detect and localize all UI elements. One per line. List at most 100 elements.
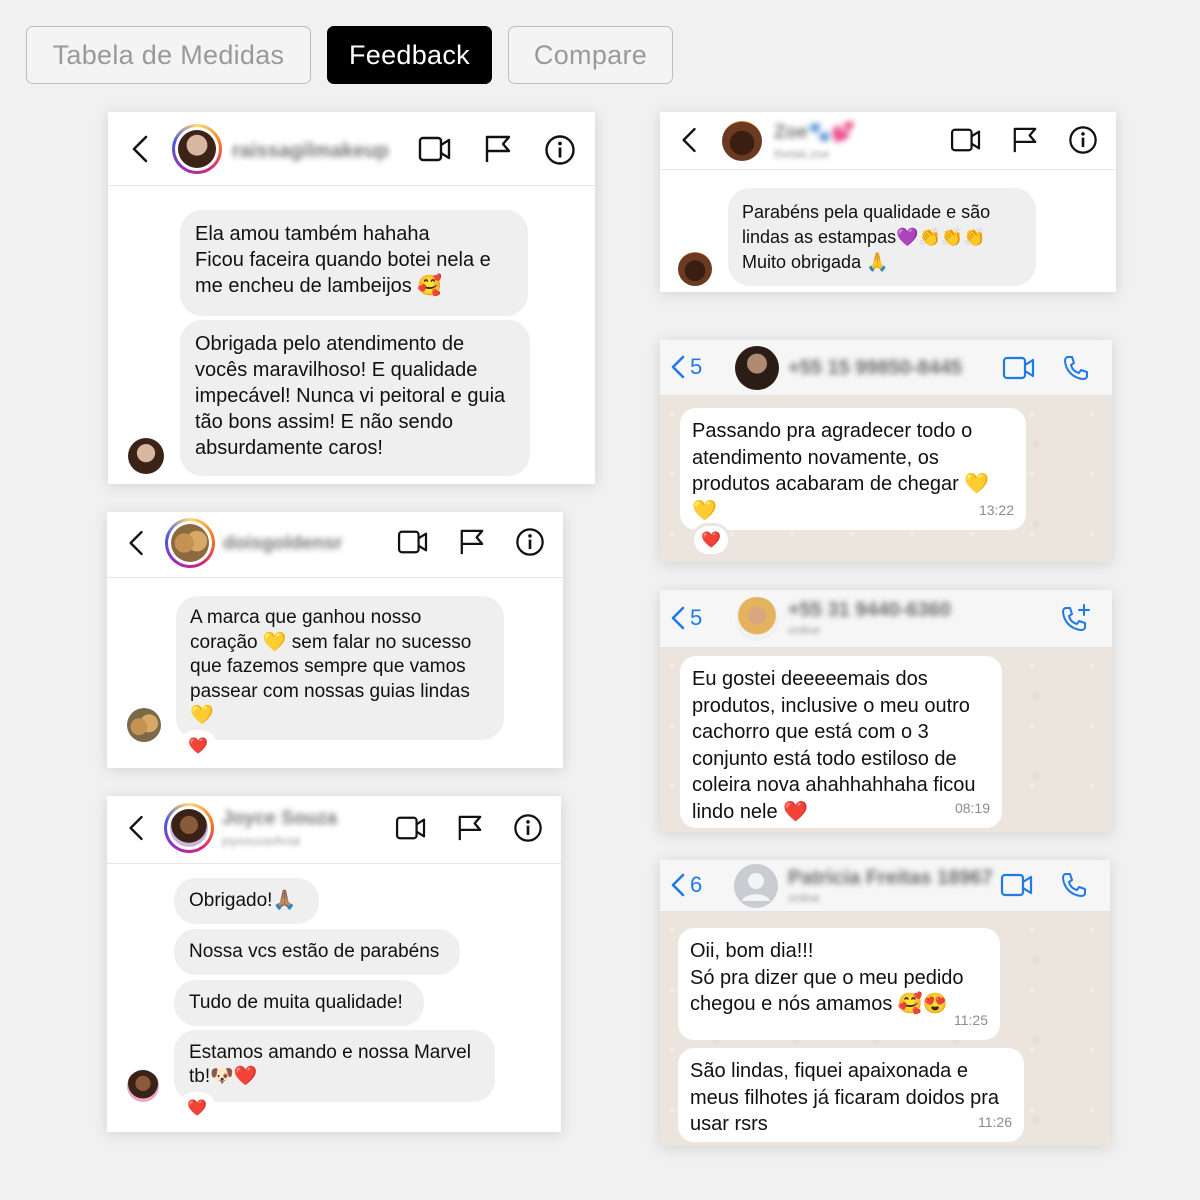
message-bubble: Obrigada pelo atendimento de vocês marav…	[180, 320, 530, 476]
message-bubble: Nossa vcs estão de parabéns	[174, 929, 460, 975]
chevron-left-icon[interactable]	[680, 127, 700, 153]
avatar[interactable]	[172, 124, 222, 174]
instagram-chat-card-4: Zoe🐾💕 thelab.zoe Parabéns pela qualidade…	[660, 112, 1116, 292]
instagram-chat-card-1: raissagilmakeup Ela amou também hahaha F…	[108, 112, 595, 484]
info-icon[interactable]	[1068, 125, 1098, 155]
contact-name[interactable]: Joyce Souza	[222, 808, 337, 830]
message-text: Passando pra agradecer todo o atendiment…	[692, 420, 990, 522]
message-time: 11:25	[954, 1011, 988, 1028]
reaction-badge[interactable]: ❤️	[694, 526, 728, 554]
avatar[interactable]	[164, 803, 214, 853]
message-text: Obrigado!🙏🏽	[189, 890, 297, 911]
avatar	[127, 708, 161, 742]
contact-name[interactable]: raissagilmakeup	[232, 140, 389, 163]
back-button[interactable]: 5	[670, 354, 702, 380]
avatar	[127, 1070, 159, 1102]
video-camera-icon[interactable]	[418, 135, 452, 163]
message-bubble: Passando pra agradecer todo o atendiment…	[680, 408, 1026, 530]
video-camera-icon[interactable]	[395, 815, 427, 841]
message-text: Ela amou também hahaha Ficou faceira qua…	[195, 223, 491, 297]
message-bubble: A marca que ganhou nosso coração 💛 sem f…	[176, 596, 504, 740]
chat-body: Passando pra agradecer todo o atendiment…	[660, 396, 1112, 562]
chevron-left-icon[interactable]	[130, 135, 152, 163]
video-camera-icon[interactable]	[1002, 355, 1036, 381]
message-text: Obrigada pelo atendimento de vocês marav…	[195, 333, 506, 459]
info-icon[interactable]	[515, 527, 545, 557]
instagram-chat-card-3: Joyce Souza joysouzaoficial Obrigado!🙏🏽 …	[107, 796, 561, 1132]
unread-count: 6	[690, 872, 703, 897]
message-text: Oii, bom dia!!! Só pra dizer que o meu p…	[690, 940, 964, 1015]
message-time: 13:22	[978, 501, 1014, 518]
whatsapp-chat-card-3: 6 Patricia Freitas 18967 online Oii, bom…	[660, 860, 1110, 1146]
message-time: 11:26	[978, 1113, 1012, 1130]
chevron-left-icon[interactable]	[127, 815, 147, 841]
contact-name[interactable]: +55 15 99850-8445	[788, 357, 962, 380]
message-text: Nossa vcs estão de parabéns	[189, 941, 440, 962]
message-bubble: Tudo de muita qualidade!	[174, 980, 424, 1026]
chat-header: raissagilmakeup	[108, 112, 595, 186]
chevron-left-icon	[671, 873, 685, 897]
flag-icon[interactable]	[1012, 126, 1038, 154]
tab-tabela-de-medidas[interactable]: Tabela de Medidas	[26, 26, 311, 84]
contact-status: online	[788, 891, 821, 905]
message-bubble: São lindas, fiquei apaixonada e meus fil…	[678, 1048, 1024, 1142]
chevron-left-icon	[671, 606, 685, 630]
chevron-left-icon	[671, 355, 685, 379]
message-time: 08:19	[954, 799, 990, 816]
message-bubble: Ela amou também hahaha Ficou faceira qua…	[180, 210, 528, 316]
chat-header: Joyce Souza joysouzaoficial	[107, 796, 561, 864]
message-bubble: Oii, bom dia!!! Só pra dizer que o meu p…	[678, 928, 1000, 1040]
back-button[interactable]: 6	[670, 872, 702, 898]
contact-name[interactable]: doisgoldensr	[223, 533, 342, 555]
flag-icon[interactable]	[459, 528, 485, 556]
tab-compare[interactable]: Compare	[508, 26, 673, 84]
message-bubble: Obrigado!🙏🏽	[174, 878, 319, 924]
chat-header: 5 +55 31 9440-6360 online	[660, 590, 1112, 648]
contact-name[interactable]: Patricia Freitas 18967	[788, 867, 993, 890]
unread-count: 5	[690, 354, 703, 379]
message-text: Eu gostei deeeeemais dos produtos, inclu…	[692, 668, 976, 823]
chat-body: Eu gostei deeeeemais dos produtos, inclu…	[660, 648, 1112, 832]
avatar	[678, 252, 712, 286]
reaction-badge[interactable]: ❤️	[181, 732, 215, 760]
default-avatar-icon[interactable]	[734, 864, 778, 908]
unread-count: 5	[690, 605, 703, 630]
info-icon[interactable]	[544, 134, 576, 166]
message-text: Parabéns pela qualidade e são lindas as …	[742, 202, 991, 272]
avatar	[128, 438, 164, 474]
contact-name[interactable]: +55 31 9440-6360	[788, 599, 951, 622]
contact-handle: joysouzaoficial	[222, 834, 301, 848]
video-camera-icon[interactable]	[397, 529, 429, 555]
message-text: A marca que ganhou nosso coração 💛 sem f…	[190, 607, 472, 726]
instagram-chat-card-2: doisgoldensr A marca que ganhou nosso co…	[107, 512, 563, 768]
video-camera-icon[interactable]	[950, 127, 982, 153]
flag-icon[interactable]	[484, 134, 512, 164]
flag-icon[interactable]	[457, 814, 483, 842]
contact-status: online	[788, 623, 821, 637]
whatsapp-chat-card-1: 5 +55 15 99850-8445 Passando pra agradec…	[660, 340, 1112, 562]
avatar[interactable]	[722, 121, 762, 161]
video-camera-icon[interactable]	[1000, 872, 1034, 898]
message-bubble: Parabéns pela qualidade e são lindas as …	[728, 188, 1036, 286]
contact-name[interactable]: Zoe🐾💕	[774, 120, 855, 144]
phone-icon[interactable]	[1060, 871, 1088, 899]
message-bubble: Estamos amando e nossa Marvel tb!🐶❤️	[174, 1030, 495, 1102]
message-bubble: Eu gostei deeeeemais dos produtos, inclu…	[680, 656, 1002, 828]
phone-icon[interactable]	[1062, 354, 1090, 382]
chat-header: 5 +55 15 99850-8445	[660, 340, 1112, 396]
chat-header: doisgoldensr	[107, 512, 563, 578]
chevron-left-icon[interactable]	[127, 530, 147, 556]
whatsapp-chat-card-2: 5 +55 31 9440-6360 online Eu gostei deee…	[660, 590, 1112, 832]
chat-header: Zoe🐾💕 thelab.zoe	[660, 112, 1116, 170]
back-button[interactable]: 5	[670, 605, 702, 631]
chat-body: Oii, bom dia!!! Só pra dizer que o meu p…	[660, 912, 1110, 1146]
contact-handle: thelab.zoe	[774, 147, 830, 161]
reaction-badge[interactable]: ❤️	[180, 1094, 214, 1122]
avatar[interactable]	[735, 597, 779, 641]
info-icon[interactable]	[513, 813, 543, 843]
add-call-icon[interactable]	[1060, 603, 1092, 633]
chat-header: 6 Patricia Freitas 18967 online	[660, 860, 1110, 912]
tab-feedback[interactable]: Feedback	[327, 26, 492, 84]
avatar[interactable]	[165, 518, 215, 568]
avatar[interactable]	[735, 346, 779, 390]
